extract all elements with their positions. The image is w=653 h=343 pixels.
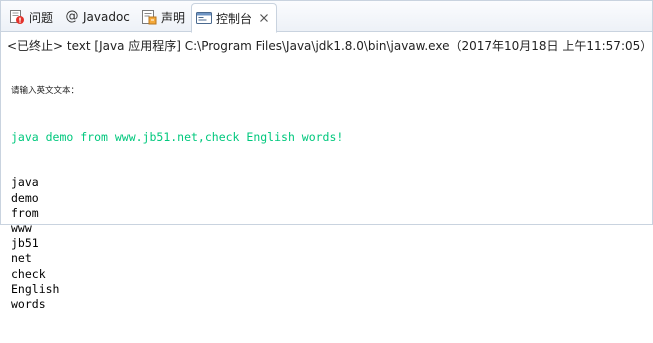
tab-declaration-label: 声明	[161, 10, 186, 25]
console-output-line: from	[11, 205, 39, 220]
problems-icon	[9, 9, 25, 25]
console-output-line: check	[11, 266, 46, 281]
console-output-line: java	[11, 175, 39, 190]
tab-problems[interactable]: 问题	[9, 5, 53, 29]
console-icon	[196, 10, 212, 26]
tab-javadoc-label: Javadoc	[83, 10, 130, 24]
process-status-line: <已终止> text [Java 应用程序] C:\Program Files\…	[7, 39, 653, 53]
console-output-line: net	[11, 251, 32, 266]
tab-declaration[interactable]: 声明	[141, 5, 185, 29]
console-output-line: words	[11, 297, 46, 312]
console-output-lines: java demo from www jb51 net check English words	[11, 175, 343, 312]
close-icon[interactable]	[258, 12, 270, 24]
tab-problems-label: 问题	[29, 10, 54, 25]
console-input-line: java demo from www.jb51.net,check Englis…	[11, 129, 344, 144]
console-prompt: 请输入英文文本：	[11, 86, 80, 97]
console-output-line: English	[11, 281, 60, 296]
console-output-line: demo	[11, 190, 39, 205]
tab-console-label: 控制台	[216, 11, 253, 26]
console-output-line: www	[11, 221, 32, 236]
declaration-icon	[141, 9, 157, 25]
tab-javadoc[interactable]: @ Javadoc	[65, 5, 130, 29]
at-icon: @	[65, 9, 79, 24]
console-output[interactable]: 请输入英文文本： java demo from www.jb51.net,che…	[11, 54, 343, 343]
console-view: 问题 @ Javadoc 声明 控制台 <已终止> text [Java 应用程…	[0, 0, 653, 311]
view-tab-bar: 问题 @ Javadoc 声明 控制台	[1, 1, 652, 33]
console-output-line: jb51	[11, 236, 39, 251]
tab-console[interactable]: 控制台	[191, 3, 278, 33]
